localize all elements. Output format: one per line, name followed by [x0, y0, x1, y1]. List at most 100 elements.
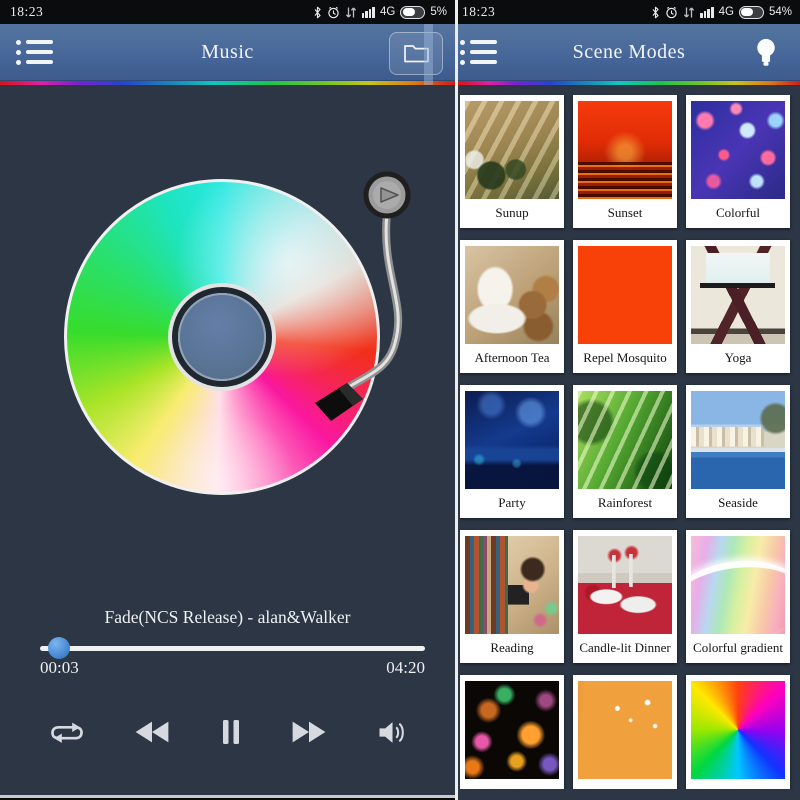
disc-center-hub[interactable]	[178, 293, 266, 381]
scroll-indicator	[424, 24, 433, 85]
progress-slider[interactable]	[40, 640, 425, 656]
scene-card-sunset[interactable]: Sunset	[573, 95, 677, 228]
bulb-icon	[755, 37, 777, 69]
scene-card-rainforest[interactable]: Rainforest	[573, 385, 677, 518]
list-menu-button[interactable]	[10, 34, 59, 71]
scene-card-colorful-gradient[interactable]: Colorful gradient	[686, 530, 790, 663]
bulb-button[interactable]	[746, 33, 786, 73]
folder-button[interactable]	[389, 32, 443, 75]
scene-card-rainbow-swirl[interactable]	[573, 675, 677, 789]
screenshot-stage: 18:23 4G 5%	[0, 0, 800, 800]
slider-thumb[interactable]	[48, 637, 70, 659]
scene-card-seaside[interactable]: Seaside	[686, 385, 790, 518]
scene-label	[465, 779, 559, 789]
scene-image	[578, 536, 672, 634]
scene-label: Yoga	[691, 344, 785, 373]
battery-fill	[741, 8, 753, 17]
repeat-button[interactable]	[45, 715, 89, 750]
scene-card-candle-dinner[interactable]: Candle-lit Dinner	[573, 530, 677, 663]
scene-label: Sunset	[578, 199, 672, 228]
volume-icon	[377, 720, 407, 745]
scene-label: Candle-lit Dinner	[578, 634, 672, 663]
clock-time: 18:23	[10, 4, 43, 20]
scene-image	[578, 246, 672, 344]
scene-label	[578, 779, 672, 789]
scene-label: Afternoon Tea	[465, 344, 559, 373]
menu-bar	[470, 40, 497, 45]
scene-label: Party	[465, 489, 559, 518]
repeat-icon	[49, 719, 85, 746]
scene-image	[465, 391, 559, 489]
scene-image	[691, 246, 785, 344]
rainbow-divider	[0, 81, 455, 85]
scene-image	[465, 681, 559, 779]
fast-forward-button[interactable]	[286, 716, 332, 748]
scene-image	[691, 681, 785, 779]
menu-dot	[460, 50, 465, 55]
scene-image	[465, 246, 559, 344]
scene-image	[578, 101, 672, 199]
song-title: Fade(NCS Release) - alan&Walker	[0, 607, 455, 628]
scene-card-color-wheel[interactable]	[686, 675, 790, 789]
scene-label: Reading	[465, 634, 559, 663]
app-header: Music	[0, 24, 455, 81]
slider-track[interactable]	[40, 646, 425, 651]
scene-image	[578, 681, 672, 779]
network-type-label: 4G	[380, 6, 395, 18]
scene-image	[465, 536, 559, 634]
volume-button[interactable]	[373, 716, 411, 749]
menu-bar	[470, 60, 497, 65]
panel-divider	[455, 0, 458, 800]
rewind-icon	[133, 720, 171, 744]
scene-image	[691, 536, 785, 634]
music-screen: 18:23 4G 5%	[0, 0, 455, 800]
scene-card-reading[interactable]: Reading	[460, 530, 564, 663]
status-bar: 18:23 4G 5%	[0, 0, 455, 24]
scene-label: Repel Mosquito	[578, 344, 672, 373]
list-menu-button[interactable]	[458, 34, 503, 71]
menu-bar	[26, 40, 53, 45]
menu-dot	[460, 60, 465, 65]
scene-card-repel-mosquito[interactable]: Repel Mosquito	[573, 240, 677, 373]
app-header: Scene Modes	[458, 24, 800, 81]
battery-percent: 5%	[430, 6, 447, 18]
menu-dot	[16, 40, 21, 45]
pause-button[interactable]	[216, 715, 246, 749]
bluetooth-icon	[651, 6, 660, 19]
menu-bar	[470, 50, 497, 55]
scene-label: Sunup	[465, 199, 559, 228]
menu-bar	[26, 50, 53, 55]
elapsed-time: 00:03	[40, 658, 79, 678]
data-arrows-icon	[345, 6, 357, 19]
fast-forward-icon	[290, 720, 328, 744]
scene-image	[691, 391, 785, 489]
alarm-icon	[665, 6, 678, 19]
battery-icon	[400, 6, 425, 19]
menu-dot	[16, 50, 21, 55]
scene-card-colorful[interactable]: Colorful	[686, 95, 790, 228]
scene-card-yoga[interactable]: Yoga	[686, 240, 790, 373]
signal-strength-icon	[362, 6, 375, 18]
data-arrows-icon	[683, 6, 695, 19]
signal-strength-icon	[700, 6, 713, 18]
scene-card-sunup[interactable]: Sunup	[460, 95, 564, 228]
scene-modes-screen: 18:23 4G 54%	[458, 0, 800, 800]
scene-card-party[interactable]: Party	[460, 385, 564, 518]
scene-label	[691, 779, 785, 789]
rewind-button[interactable]	[129, 716, 175, 748]
battery-percent: 54%	[769, 6, 792, 18]
time-row: 00:03 04:20	[40, 658, 425, 678]
total-duration: 04:20	[386, 658, 425, 678]
pause-icon	[220, 719, 242, 745]
battery-fill	[403, 8, 415, 17]
scene-grid: Sunup Sunset Colorful Afternoon Tea Repe…	[460, 95, 794, 789]
scene-image	[691, 101, 785, 199]
status-bar: 18:23 4G 54%	[458, 0, 800, 24]
scene-card-bokeh-dark[interactable]	[460, 675, 564, 789]
menu-bar	[26, 60, 53, 65]
clock-time: 18:23	[462, 4, 495, 20]
tonearm-icon[interactable]	[295, 163, 425, 423]
scene-label: Seaside	[691, 489, 785, 518]
scene-card-afternoon-tea[interactable]: Afternoon Tea	[460, 240, 564, 373]
page-title: Music	[0, 41, 455, 64]
